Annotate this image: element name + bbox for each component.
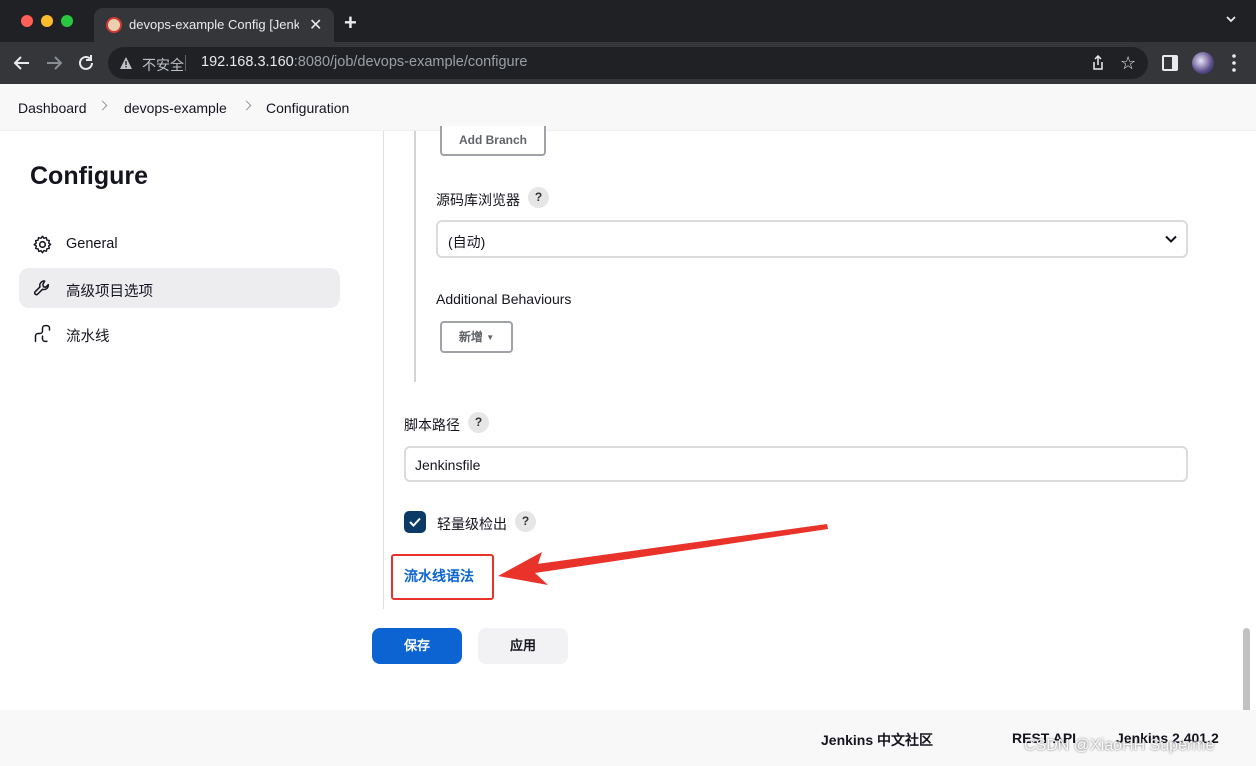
sidebar-item-advanced-options[interactable]: 高级项目选项 [19, 268, 340, 308]
more-menu-icon[interactable] [1232, 54, 1236, 72]
sidebar-item-label: 高级项目选项 [66, 284, 153, 300]
url-text[interactable]: 192.168.3.160:8080/job/devops-example/co… [201, 54, 528, 70]
browser-toolbar: 不安全 192.168.3.160:8080/job/devops-exampl… [0, 42, 1256, 84]
script-path-value: Jenkinsfile [415, 457, 481, 473]
watermark: CSDN @XiaoHH Superme [1024, 737, 1215, 754]
lightweight-checkout-checkbox[interactable] [404, 511, 426, 533]
address-separator [185, 55, 186, 71]
chevron-right-icon [97, 100, 108, 111]
additional-behaviours-label: Additional Behaviours [436, 291, 572, 307]
back-arrow-icon[interactable] [12, 53, 32, 73]
page-title: Configure [30, 162, 149, 190]
sidebar-item-general[interactable]: General [19, 224, 340, 264]
chevron-down-icon [1165, 235, 1177, 243]
profile-avatar[interactable] [1192, 52, 1214, 74]
caret-down-icon: ▼ [486, 332, 495, 342]
url-path: :8080/job/devops-example/configure [293, 54, 528, 70]
annotation-arrow [498, 524, 828, 585]
tab-close-icon[interactable]: ✕ [309, 15, 322, 35]
sidebar-item-label: General [66, 236, 118, 252]
new-tab-button[interactable]: + [344, 10, 357, 36]
sidebar-item-label: 流水线 [66, 329, 110, 345]
tab-title: devops-example Config [Jenkins] [129, 17, 299, 32]
share-icon[interactable] [1090, 55, 1106, 71]
annotation-highlight-box [391, 554, 494, 600]
repo-browser-select[interactable]: (自动) [436, 220, 1188, 258]
pipeline-icon [34, 324, 51, 343]
bookmark-star-icon[interactable]: ☆ [1120, 53, 1136, 74]
apply-button[interactable]: 应用 [478, 628, 568, 664]
reload-icon[interactable] [76, 53, 96, 73]
forward-arrow-icon[interactable] [44, 53, 64, 73]
breadcrumb: Dashboard devops-example Configuration [0, 84, 1256, 131]
add-branch-button[interactable]: Add Branch [440, 126, 546, 156]
nested-section-divider [414, 131, 416, 382]
browser-tab-bar: devops-example Config [Jenkins] ✕ + [0, 0, 1256, 42]
browser-tab[interactable]: devops-example Config [Jenkins] ✕ [94, 8, 334, 42]
repo-browser-selected-value: (自动) [448, 234, 486, 250]
save-button[interactable]: 保存 [372, 628, 462, 664]
script-path-help-button[interactable]: ? [468, 412, 489, 433]
url-host: 192.168.3.160 [201, 54, 294, 70]
section-divider [383, 131, 384, 609]
address-bar[interactable]: 不安全 192.168.3.160:8080/job/devops-exampl… [108, 47, 1148, 79]
close-window-button[interactable] [21, 15, 33, 27]
not-secure-label[interactable]: 不安全 [142, 55, 184, 75]
checkmark-icon [409, 517, 421, 527]
chevron-down-icon[interactable] [1226, 14, 1236, 24]
add-behaviour-button[interactable]: 新增 ▼ [440, 321, 513, 353]
footer-community-link[interactable]: Jenkins 中文社区 [821, 730, 933, 750]
repo-browser-help-button[interactable]: ? [528, 187, 549, 208]
breadcrumb-dashboard[interactable]: Dashboard [18, 100, 87, 116]
repo-browser-label: 源码库浏览器 [436, 192, 520, 208]
breadcrumb-job[interactable]: devops-example [124, 100, 227, 116]
script-path-label: 脚本路径 [404, 417, 460, 433]
wrench-icon [33, 280, 50, 296]
gear-icon [33, 235, 52, 254]
sidebar-item-pipeline[interactable]: 流水线 [19, 313, 340, 353]
add-behaviour-label: 新增 [458, 330, 483, 344]
script-path-input[interactable]: Jenkinsfile [404, 446, 1188, 482]
warning-icon [120, 57, 132, 69]
maximize-window-button[interactable] [61, 15, 73, 27]
breadcrumb-configuration[interactable]: Configuration [266, 100, 349, 116]
chevron-right-icon [241, 100, 252, 111]
side-panel-icon[interactable] [1162, 55, 1178, 71]
minimize-window-button[interactable] [41, 15, 53, 27]
jenkins-favicon-icon [106, 17, 122, 33]
